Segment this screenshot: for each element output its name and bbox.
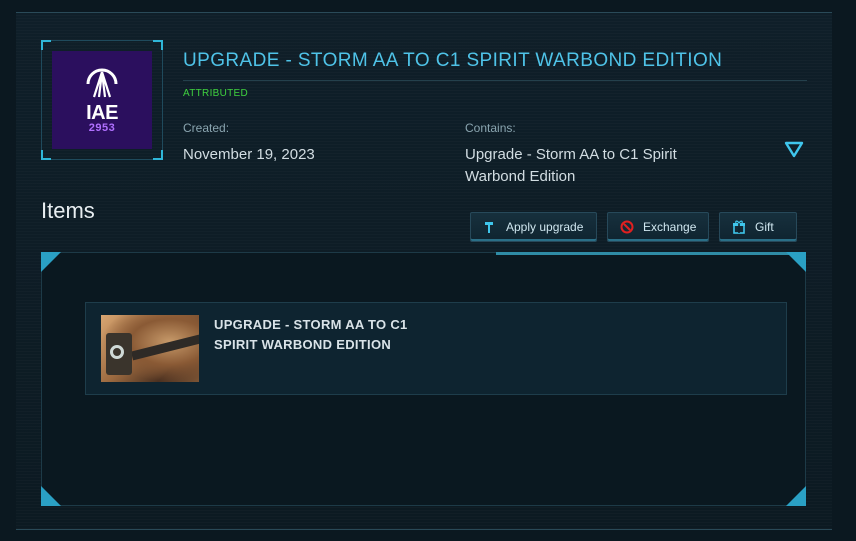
panel-corner — [41, 486, 61, 506]
hammer-icon — [485, 222, 493, 233]
iae-emblem-icon — [85, 68, 119, 101]
iae-logo: IAE 2953 — [52, 51, 152, 149]
contains-label: Contains: — [465, 121, 516, 135]
status-badge: ATTRIBUTED — [183, 88, 249, 99]
exchange-label: Exchange — [643, 220, 697, 234]
pledge-title: UPGRADE - STORM AA TO C1 SPIRIT WARBOND … — [183, 50, 807, 81]
apply-upgrade-label: Apply upgrade — [506, 220, 584, 234]
gift-icon — [733, 220, 745, 234]
corner-decoration — [153, 150, 163, 160]
pledge-logo: IAE 2953 — [41, 40, 163, 160]
list-item[interactable]: UPGRADE - STORM AA TO C1 SPIRIT WARBOND … — [85, 302, 787, 395]
logo-brand: IAE — [86, 101, 118, 124]
item-title: UPGRADE - STORM AA TO C1 SPIRIT WARBOND … — [214, 317, 408, 352]
corner-decoration — [153, 40, 163, 50]
gift-label: Gift — [755, 220, 774, 234]
apply-upgrade-button[interactable]: Apply upgrade — [470, 212, 597, 242]
thumbnail-detail — [110, 345, 124, 359]
exchange-button[interactable]: Exchange — [607, 212, 709, 242]
item-thumbnail — [101, 315, 199, 382]
contains-value: Upgrade - Storm AA to C1 Spirit Warbond … — [465, 146, 677, 185]
gift-button[interactable]: Gift — [719, 212, 797, 242]
created-label: Created: — [183, 121, 230, 135]
panel-accent-line — [496, 252, 806, 255]
panel-corner — [786, 252, 806, 272]
chevron-down-icon[interactable] — [783, 138, 805, 160]
thumbnail-detail — [130, 334, 199, 361]
items-heading: Items — [41, 198, 95, 223]
logo-year: 2953 — [88, 121, 116, 134]
panel-corner — [786, 486, 806, 506]
corner-decoration — [41, 150, 51, 160]
created-value: November 19, 2023 — [183, 146, 315, 163]
panel-corner — [41, 252, 61, 272]
exchange-icon — [620, 220, 634, 234]
corner-decoration — [41, 40, 51, 50]
